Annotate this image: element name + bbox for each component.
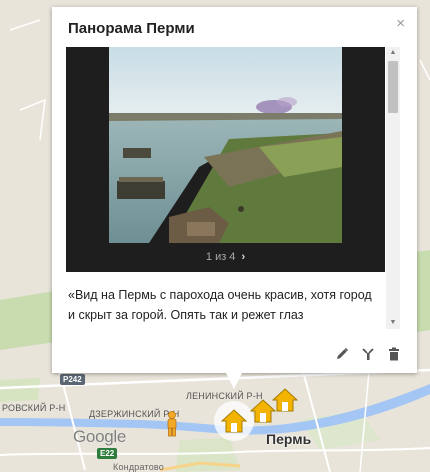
home-marker-icon[interactable] <box>272 387 298 413</box>
next-photo-button[interactable]: › <box>241 251 245 263</box>
city-label: Пермь <box>266 431 312 447</box>
info-title: Панорама Перми <box>68 20 195 37</box>
place-label: Кондратово <box>113 462 164 472</box>
panorama-photo[interactable] <box>109 47 342 243</box>
style-icon[interactable] <box>361 347 375 361</box>
scroll-down-arrow-icon[interactable]: ▼ <box>386 317 400 329</box>
close-icon[interactable]: × <box>396 16 405 31</box>
info-window: × Панорама Перми 1 из 4 › «Вид на Пермь … <box>52 7 417 373</box>
info-toolbar <box>335 347 401 361</box>
pegman-icon[interactable] <box>165 411 179 437</box>
gallery-pager: 1 из 4 › <box>66 251 385 263</box>
scroll-up-arrow-icon[interactable]: ▲ <box>386 47 400 59</box>
road-shield: E22 <box>97 448 118 459</box>
road-shield: P242 <box>60 374 85 385</box>
home-marker-icon[interactable] <box>221 408 247 434</box>
google-logo[interactable]: Google <box>73 427 126 447</box>
pager-text: 1 из 4 <box>205 251 236 263</box>
delete-icon[interactable] <box>387 347 401 361</box>
district-label: РОВСКИЙ Р-Н <box>2 403 66 413</box>
info-scroll-area[interactable]: 1 из 4 › «Вид на Пермь с парохода очень к… <box>66 47 400 329</box>
info-scrollbar[interactable]: ▲ ▼ <box>386 47 400 329</box>
edit-icon[interactable] <box>335 347 349 361</box>
place-description: «Вид на Пермь с парохода очень красив, х… <box>68 288 372 329</box>
info-window-tail <box>225 371 243 389</box>
scroll-thumb[interactable] <box>388 61 398 113</box>
photo-gallery: 1 из 4 › <box>66 47 385 272</box>
